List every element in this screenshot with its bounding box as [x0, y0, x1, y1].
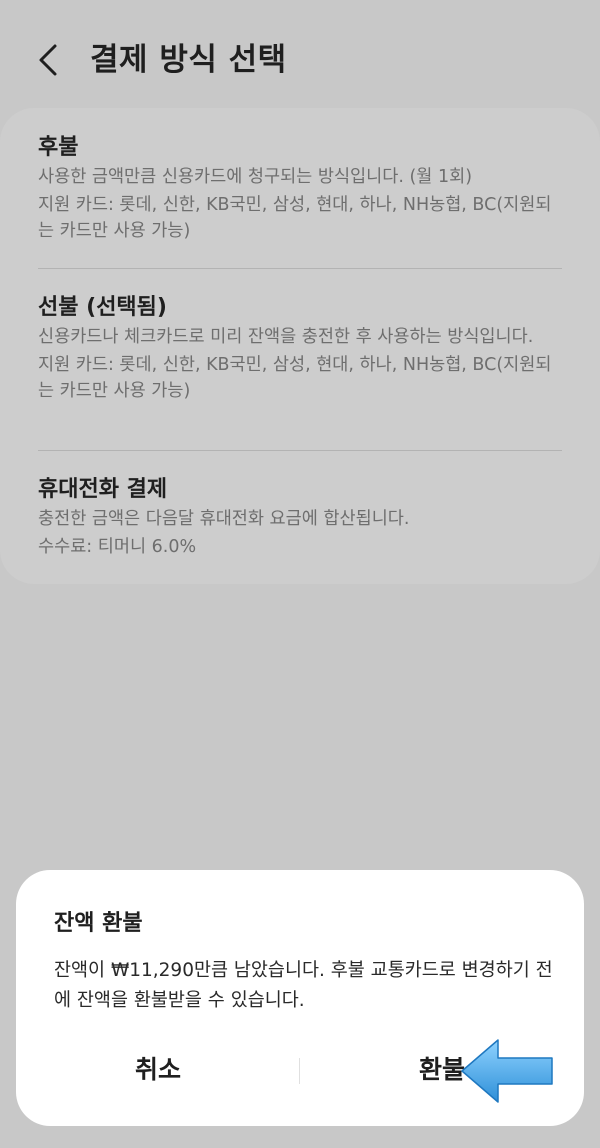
- option-postpaid[interactable]: 후불 사용한 금액만큼 신용카드에 청구되는 방식입니다. (월 1회) 지원 …: [38, 132, 564, 244]
- dialog-message: 잔액이 ₩11,290만큼 남았습니다. 후불 교통카드로 변경하기 전에 잔액…: [54, 960, 553, 1011]
- option-description: 충전한 금액은 다음달 휴대전화 요금에 합산됩니다.: [38, 509, 410, 529]
- option-title: 휴대전화 결제: [38, 477, 168, 502]
- option-mobile-payment[interactable]: 휴대전화 결제 충전한 금액은 다음달 휴대전화 요금에 합산됩니다. 수수료:…: [38, 474, 564, 560]
- payment-method-screen: 결제 방식 선택 후불 사용한 금액만큼 신용카드에 청구되는 방식입니다. (…: [0, 0, 600, 1148]
- option-fee: 수수료: 티머니 6.0%: [38, 537, 197, 557]
- app-bar: 결제 방식 선택: [0, 0, 600, 112]
- page-title: 결제 방식 선택: [90, 42, 287, 78]
- option-description: 신용카드나 체크카드로 미리 잔액을 충전한 후 사용하는 방식입니다.: [38, 327, 534, 347]
- option-description: 사용한 금액만큼 신용카드에 청구되는 방식입니다. (월 1회): [38, 167, 473, 187]
- cancel-button[interactable]: 취소: [16, 1046, 300, 1094]
- option-supported-cards: 지원 카드: 롯데, 신한, KB국민, 삼성, 현대, 하나, NH농협, B…: [38, 355, 552, 401]
- divider: [38, 450, 562, 451]
- pointer-arrow-icon: [461, 1039, 553, 1103]
- divider: [38, 268, 562, 269]
- dialog-title: 잔액 환불: [54, 911, 143, 936]
- option-title: 선불 (선택됨): [38, 295, 167, 320]
- option-title: 후불: [38, 135, 79, 160]
- payment-options-card: 후불 사용한 금액만큼 신용카드에 청구되는 방식입니다. (월 1회) 지원 …: [0, 108, 600, 584]
- option-prepaid-selected[interactable]: 선불 (선택됨) 신용카드나 체크카드로 미리 잔액을 충전한 후 사용하는 방…: [38, 292, 564, 404]
- option-supported-cards: 지원 카드: 롯데, 신한, KB국민, 삼성, 현대, 하나, NH농협, B…: [38, 195, 552, 241]
- back-button[interactable]: [28, 38, 68, 82]
- chevron-left-icon: [39, 44, 57, 76]
